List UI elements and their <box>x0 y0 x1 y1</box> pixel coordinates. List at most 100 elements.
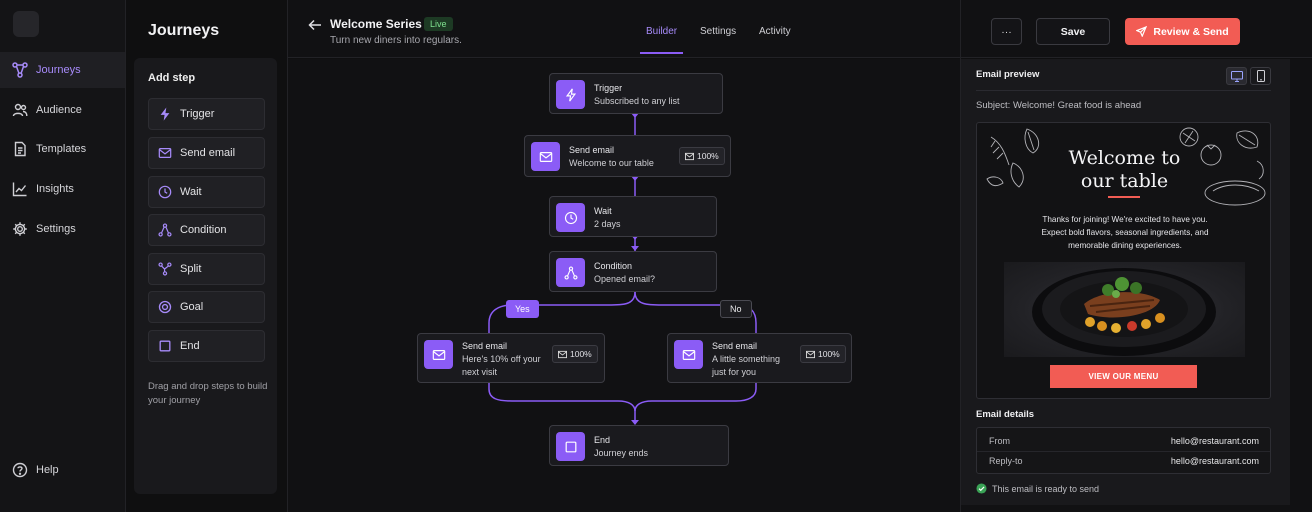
nav-label-templates: Templates <box>36 143 87 155</box>
clock-icon <box>564 211 577 224</box>
step-end[interactable]: End <box>148 330 265 362</box>
more-options-button[interactable]: ··· <box>991 18 1022 45</box>
node-icon <box>556 432 585 461</box>
help-icon <box>12 462 28 478</box>
reply-to-value: hello@restaurant.com <box>1170 456 1259 466</box>
ready-text: This email is ready to send <box>992 483 1100 494</box>
send-percentage: 100% <box>800 345 846 363</box>
detail-row-reply-to: Reply-to hello@restaurant.com <box>989 452 1259 470</box>
flow-node-send-email[interactable]: Send email Welcome to our table 100% <box>524 135 731 177</box>
subject-value: Welcome! Great food is ahead <box>1012 100 1142 111</box>
mail-icon <box>682 349 695 360</box>
detail-row-from: From hello@restaurant.com <box>989 432 1259 450</box>
app-logo[interactable] <box>13 11 39 37</box>
step-label: Goal <box>180 301 204 313</box>
journey-header: Welcome Series Live Turn new diners into… <box>288 0 1312 58</box>
headline-accent <box>1108 196 1140 198</box>
node-title: Send email <box>569 145 615 155</box>
flow-node-end[interactable]: End Journey ends <box>549 425 729 466</box>
desktop-view-button[interactable] <box>1226 67 1247 85</box>
tab-builder[interactable]: Builder <box>646 26 677 37</box>
status-badge: Live <box>424 17 453 31</box>
node-desc-line2: just for you <box>712 366 757 377</box>
node-desc: 2 days <box>594 219 621 229</box>
view-menu-button[interactable]: VIEW OUR MENU <box>1050 365 1197 388</box>
square-icon <box>159 340 171 352</box>
email-render: Welcome to our table Thanks for joining!… <box>976 122 1271 399</box>
device-toggle <box>1226 67 1271 85</box>
nav-label-audience: Audience <box>36 104 82 116</box>
mobile-view-button[interactable] <box>1250 67 1271 85</box>
nav-label-insights: Insights <box>36 183 74 195</box>
desktop-icon <box>1230 70 1243 82</box>
subject-label: Subject: <box>976 100 1011 111</box>
node-icon <box>424 340 453 369</box>
page-title: Journeys <box>148 22 220 39</box>
step-split[interactable]: Split <box>148 253 265 285</box>
bolt-icon <box>160 107 170 121</box>
step-send-email[interactable]: Send email <box>148 137 265 169</box>
mail-icon <box>558 350 567 358</box>
step-wait[interactable]: Wait <box>148 176 265 208</box>
add-step-panel: Add step Trigger Send email Wait Conditi… <box>134 58 277 494</box>
step-goal[interactable]: Goal <box>148 291 265 323</box>
body-line1: Thanks for joining! We're excited to hav… <box>1042 215 1208 224</box>
preview-scrollbar[interactable] <box>1290 59 1312 505</box>
step-trigger[interactable]: Trigger <box>148 98 265 130</box>
percentage-value: 100% <box>818 349 840 359</box>
step-label: End <box>180 340 200 352</box>
split-icon <box>158 262 172 276</box>
node-desc: Subscribed to any list <box>594 96 680 106</box>
help-link[interactable]: Help <box>12 462 59 478</box>
node-desc: Journey ends <box>594 448 649 458</box>
flow-node-condition[interactable]: Condition Opened email? <box>549 251 717 292</box>
node-icon <box>556 80 585 109</box>
body-line3: memorable dining experiences. <box>1068 241 1182 250</box>
flow-node-wait[interactable]: Wait 2 days <box>549 196 717 237</box>
flow-node-send-email-no[interactable]: Send email A little something just for y… <box>667 333 852 383</box>
review-send-button[interactable]: Review & Send <box>1125 18 1240 45</box>
node-title: Condition <box>594 261 633 271</box>
email-details-title: Email details <box>976 409 1035 420</box>
email-headline: Welcome to our table <box>977 147 1270 193</box>
node-desc-line1: A little something <box>712 354 781 364</box>
clock-icon <box>158 185 172 199</box>
save-button[interactable]: Save <box>1036 18 1110 45</box>
tab-settings[interactable]: Settings <box>700 26 736 37</box>
node-icon <box>674 340 703 369</box>
mail-icon <box>539 151 552 162</box>
nav-label-journeys: Journeys <box>36 64 81 76</box>
nav-item-journeys[interactable]: Journeys <box>0 52 125 88</box>
step-condition[interactable]: Condition <box>148 214 265 246</box>
journeys-icon <box>12 62 28 78</box>
tab-activity[interactable]: Activity <box>759 26 791 37</box>
flow-node-send-email-yes[interactable]: Send email Here's 10% off your next visi… <box>417 333 605 383</box>
dish-illustration <box>1032 268 1216 356</box>
preview-header-divider <box>976 90 1271 91</box>
journey-canvas[interactable]: Trigger Subscribed to any list Send emai… <box>288 59 960 512</box>
branch-icon <box>158 223 172 237</box>
node-icon <box>556 258 585 287</box>
back-arrow-icon[interactable] <box>308 18 322 32</box>
nav-item-insights[interactable]: Insights <box>0 171 125 207</box>
help-label: Help <box>36 464 59 476</box>
review-send-label: Review & Send <box>1153 25 1229 38</box>
mail-icon <box>158 148 172 158</box>
node-desc-line2: next visit <box>462 366 498 377</box>
dish-photo <box>1004 262 1245 357</box>
mail-icon <box>432 349 445 360</box>
nav-item-audience[interactable]: Audience <box>0 92 125 128</box>
step-label: Trigger <box>180 108 215 120</box>
from-value: hello@restaurant.com <box>1170 436 1259 446</box>
email-body: Thanks for joining! We're excited to hav… <box>1029 213 1221 252</box>
journey-subtitle: Turn new diners into regulars. <box>330 35 462 46</box>
nav-item-settings[interactable]: Settings <box>0 211 125 247</box>
send-percentage: 100% <box>679 147 725 165</box>
nav-item-templates[interactable]: Templates <box>0 131 125 167</box>
flow-node-trigger[interactable]: Trigger Subscribed to any list <box>549 73 723 114</box>
chart-icon <box>12 182 27 197</box>
journey-title: Welcome Series <box>330 17 422 31</box>
step-label: Split <box>180 263 202 275</box>
send-icon <box>1136 26 1148 37</box>
nav-label-settings: Settings <box>36 223 76 235</box>
